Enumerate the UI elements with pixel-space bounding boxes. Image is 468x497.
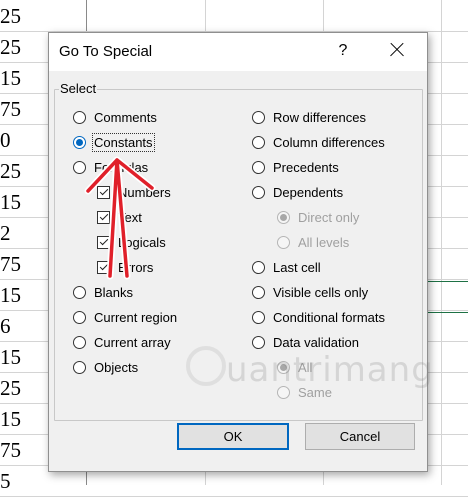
red-arrow-annotation bbox=[84, 156, 156, 280]
